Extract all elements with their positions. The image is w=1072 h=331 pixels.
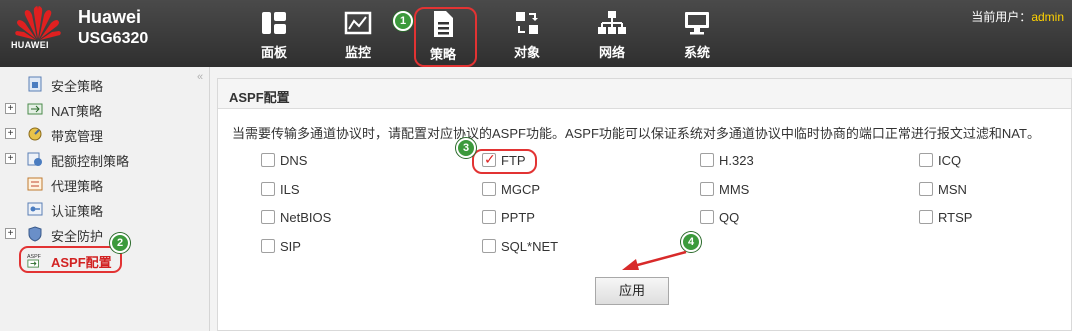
active-sidebar-highlight [19,246,122,273]
current-user: 当前用户：admin [971,8,1064,25]
panel-description: 当需要传输多通道协议时，请配置对应协议的ASPF功能。ASPF功能可以保证系统对… [232,126,1040,141]
sidebar-item-label: 安全策略 [51,79,104,94]
checkbox-label: PPTP [501,210,535,225]
checkbox-box[interactable] [919,182,933,196]
checkbox-box[interactable] [700,182,714,196]
nav-label: 网络 [598,45,625,60]
checkbox-box[interactable] [261,210,275,224]
object-icon [516,12,538,34]
checkbox-label: MMS [719,182,750,197]
checkbox-box[interactable] [700,153,714,167]
step-badge-1: 1 [393,11,413,31]
nav-network[interactable]: 网络 [582,10,642,64]
quota-icon [27,152,42,166]
checkbox-box[interactable] [261,239,275,253]
sidebar-item-label: NAT策略 [51,104,103,119]
checkbox-label: SQL*NET [501,239,559,254]
auth-icon [27,202,43,216]
shield-icon [28,226,42,242]
nav-object[interactable]: 对象 [497,10,557,64]
sidebar-item-label: 认证策略 [51,204,104,219]
checkbox-label: ILS [280,182,300,197]
user-name[interactable]: admin [1031,10,1064,24]
user-label: 当前用户： [971,10,1032,24]
checkbox-box[interactable] [261,153,275,167]
expand-icon[interactable]: + [5,128,16,139]
checkbox-box[interactable] [919,210,933,224]
checkbox-label: RTSP [938,210,973,225]
checkbox-label: QQ [719,210,740,225]
checkbox-label: SIP [280,239,301,254]
network-icon [598,11,626,34]
expand-icon[interactable]: + [5,153,16,164]
sidebar: « 安全策略 + NAT策略 + 带宽管理 + 配额控制策略 代理策略 认证策略… [0,67,210,331]
expand-icon[interactable]: + [5,103,16,114]
brand-name: Huawei [78,7,142,27]
checkbox-label: MGCP [501,182,540,197]
panel-title: ASPF配置 [229,90,290,105]
checkbox-label: H.323 [719,153,754,168]
proxy-icon [27,177,43,191]
pointer-arrow-icon [622,250,687,270]
checkbox-box[interactable] [482,182,496,196]
collapse-sidebar-icon[interactable]: « [197,71,203,83]
sidebar-item-quota[interactable]: + 配额控制策略 [0,148,196,170]
dashboard-icon [262,12,286,34]
device-model: USG6320 [78,30,149,47]
checkbox-box[interactable] [261,182,275,196]
ftp-highlight [472,149,537,174]
sidebar-item-nat[interactable]: + NAT策略 [0,98,196,120]
checkbox-label: ICQ [938,153,962,168]
sidebar-item-security-policy[interactable]: 安全策略 [0,73,196,95]
sidebar-item-protection[interactable]: + 安全防护 [0,223,196,245]
sidebar-item-label: 配额控制策略 [51,154,130,169]
aspf-panel: ASPF配置 当需要传输多通道协议时，请配置对应协议的ASPF功能。ASPF功能… [217,78,1072,331]
nav-label: 系统 [683,45,710,60]
sidebar-item-proxy[interactable]: 代理策略 [0,173,196,195]
monitor-chart-icon [344,11,372,35]
bandwidth-icon [28,127,42,141]
nat-icon [27,103,43,115]
nav-monitor[interactable]: 监控 [328,10,388,64]
checkbox-box[interactable] [919,153,933,167]
nav-system[interactable]: 系统 [667,10,727,64]
step-badge-3: 3 [456,138,476,158]
sidebar-item-label: 代理策略 [51,179,104,194]
sidebar-item-bandwidth[interactable]: + 带宽管理 [0,123,196,145]
sidebar-item-label: 安全防护 [51,229,104,244]
system-monitor-icon [685,12,709,35]
logo-wordmark: HUAWEI [11,40,49,50]
checkbox-box[interactable] [700,210,714,224]
security-policy-icon [28,76,42,92]
active-nav-highlight [414,7,477,67]
checkbox-box[interactable] [482,210,496,224]
checkbox-label: DNS [280,153,308,168]
sidebar-item-auth[interactable]: 认证策略 [0,198,196,220]
checkbox-label: MSN [938,182,967,197]
nav-label: 面板 [260,45,287,60]
checkbox-box[interactable] [482,239,496,253]
apply-button[interactable]: 应用 [595,277,669,305]
sidebar-item-label: 带宽管理 [51,129,104,144]
checkbox-label: NetBIOS [280,210,332,225]
nav-label: 对象 [513,45,540,60]
top-header: HUAWEI Huawei USG6320 面板 监控 策略 对象 网络 系统 … [0,0,1072,67]
nav-dashboard[interactable]: 面板 [244,10,304,64]
expand-icon[interactable]: + [5,228,16,239]
step-badge-2: 2 [110,233,130,253]
panel-header: ASPF配置 [218,79,1071,109]
huawei-logo-icon [15,6,61,40]
nav-label: 监控 [344,45,371,60]
